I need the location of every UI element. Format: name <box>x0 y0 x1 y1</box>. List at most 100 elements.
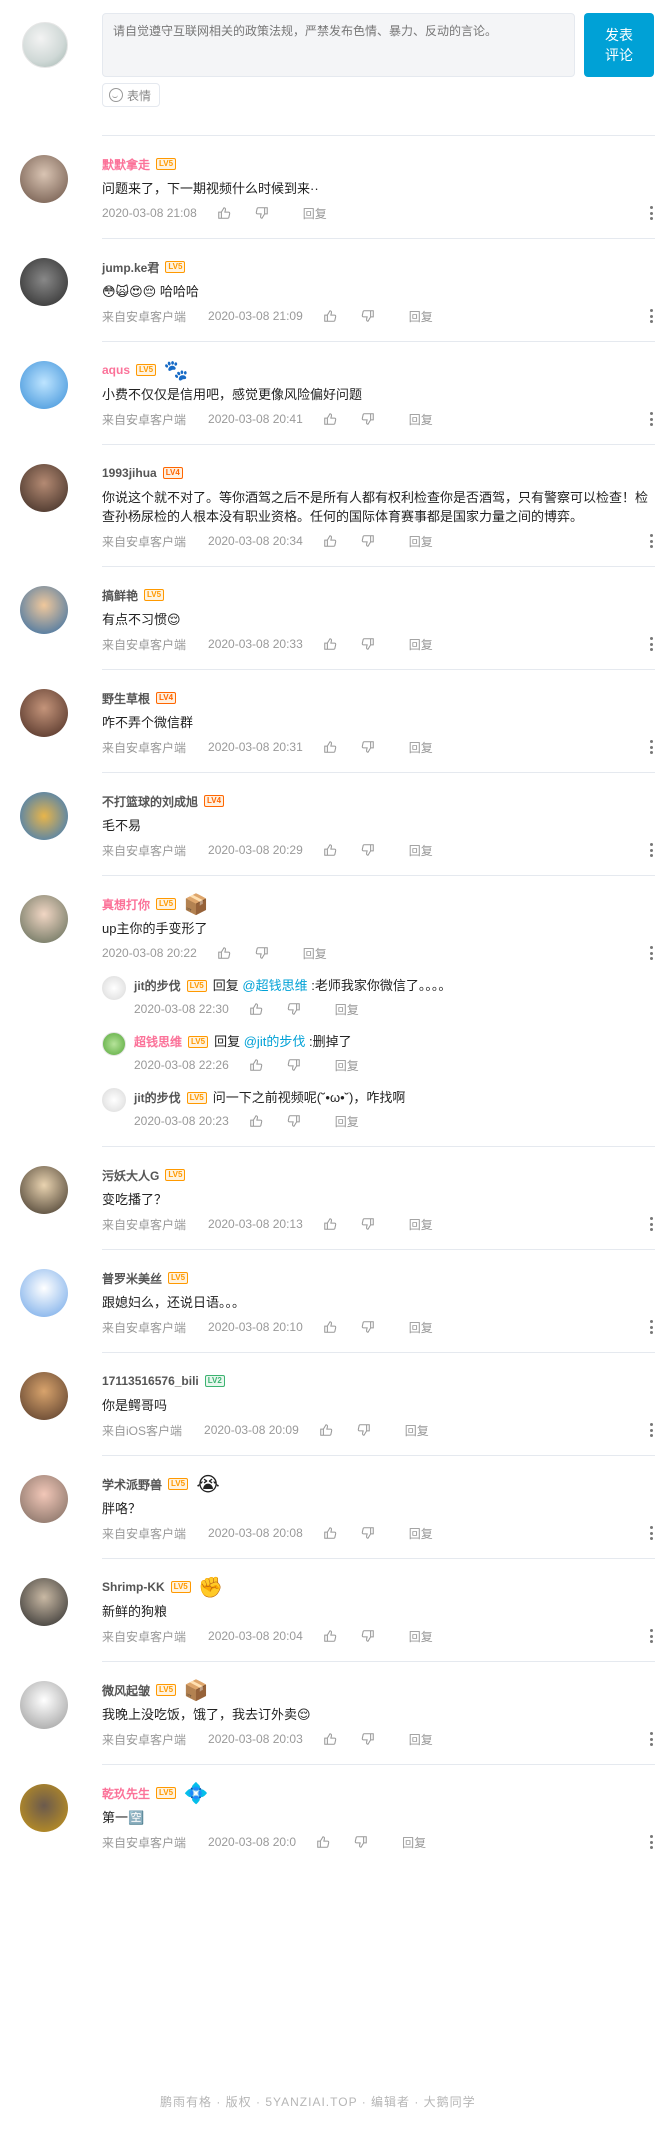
reply-button[interactable]: 回复 <box>409 636 433 653</box>
dislike-icon[interactable] <box>287 1002 301 1016</box>
avatar[interactable] <box>20 895 68 943</box>
more-options-icon[interactable] <box>650 1732 653 1746</box>
reply-username[interactable]: jit的步伐 <box>134 976 181 996</box>
reply-button[interactable]: 回复 <box>335 1001 359 1018</box>
reply-button[interactable]: 回复 <box>335 1057 359 1074</box>
username[interactable]: 污妖大人G <box>102 1167 159 1184</box>
dislike-icon[interactable] <box>361 637 375 651</box>
avatar[interactable] <box>20 689 68 737</box>
username[interactable]: 默默拿走 <box>102 156 150 173</box>
avatar[interactable] <box>20 1681 68 1729</box>
more-options-icon[interactable] <box>650 843 653 857</box>
more-options-icon[interactable] <box>650 206 653 220</box>
like-icon[interactable] <box>323 843 337 857</box>
dislike-icon[interactable] <box>357 1423 371 1437</box>
like-icon[interactable] <box>323 1732 337 1746</box>
more-options-icon[interactable] <box>650 309 653 323</box>
like-icon[interactable] <box>323 412 337 426</box>
avatar[interactable] <box>20 1475 68 1523</box>
emoji-button[interactable]: 表情 <box>102 83 161 107</box>
reply-button[interactable]: 回复 <box>409 739 433 756</box>
like-icon[interactable] <box>323 1217 337 1231</box>
username[interactable]: 野生草根 <box>102 690 150 707</box>
username[interactable]: 普罗米美丝 <box>102 1270 162 1287</box>
dislike-icon[interactable] <box>354 1835 368 1849</box>
like-icon[interactable] <box>249 1058 263 1072</box>
more-options-icon[interactable] <box>650 740 653 754</box>
reply-avatar[interactable] <box>102 1032 126 1056</box>
reply-button[interactable]: 回复 <box>409 308 433 325</box>
username[interactable]: aqus <box>102 363 130 377</box>
more-options-icon[interactable] <box>650 946 653 960</box>
like-icon[interactable] <box>323 309 337 323</box>
more-options-icon[interactable] <box>650 1526 653 1540</box>
mention-link[interactable]: @超钱思维 <box>242 978 307 993</box>
reply-button[interactable]: 回复 <box>409 411 433 428</box>
submit-comment-button[interactable]: 发表 评论 <box>584 13 654 77</box>
username[interactable]: 17113516576_bili <box>102 1374 199 1388</box>
reply-button[interactable]: 回复 <box>405 1422 429 1439</box>
dislike-icon[interactable] <box>361 1320 375 1334</box>
reply-avatar[interactable] <box>102 1088 126 1112</box>
dislike-icon[interactable] <box>361 1732 375 1746</box>
reply-button[interactable]: 回复 <box>409 1319 433 1336</box>
more-options-icon[interactable] <box>650 637 653 651</box>
like-icon[interactable] <box>316 1835 330 1849</box>
dislike-icon[interactable] <box>287 1058 301 1072</box>
reply-button[interactable]: 回复 <box>409 1525 433 1542</box>
avatar[interactable] <box>20 586 68 634</box>
like-icon[interactable] <box>217 946 231 960</box>
dislike-icon[interactable] <box>361 1629 375 1643</box>
dislike-icon[interactable] <box>255 946 269 960</box>
more-options-icon[interactable] <box>650 1423 653 1437</box>
username[interactable]: jump.ke君 <box>102 259 159 276</box>
more-options-icon[interactable] <box>650 1629 653 1643</box>
dislike-icon[interactable] <box>361 309 375 323</box>
reply-button[interactable]: 回复 <box>409 842 433 859</box>
like-icon[interactable] <box>323 637 337 651</box>
username[interactable]: 不打篮球的刘成旭 <box>102 793 198 810</box>
reply-button[interactable]: 回复 <box>409 1731 433 1748</box>
like-icon[interactable] <box>323 534 337 548</box>
more-options-icon[interactable] <box>650 1320 653 1334</box>
username[interactable]: 学术派野兽 <box>102 1476 162 1493</box>
reply-avatar[interactable] <box>102 976 126 1000</box>
avatar[interactable] <box>20 361 68 409</box>
like-icon[interactable] <box>249 1114 263 1128</box>
like-icon[interactable] <box>319 1423 333 1437</box>
avatar[interactable] <box>20 258 68 306</box>
avatar[interactable] <box>20 1784 68 1832</box>
avatar[interactable] <box>20 464 68 512</box>
more-options-icon[interactable] <box>650 534 653 548</box>
username[interactable]: 乾玖先生 <box>102 1785 150 1802</box>
avatar[interactable] <box>20 155 68 203</box>
like-icon[interactable] <box>249 1002 263 1016</box>
more-options-icon[interactable] <box>650 412 653 426</box>
reply-button[interactable]: 回复 <box>409 1628 433 1645</box>
username[interactable]: 搞鲜艳 <box>102 587 138 604</box>
like-icon[interactable] <box>323 740 337 754</box>
reply-button[interactable]: 回复 <box>303 205 327 222</box>
like-icon[interactable] <box>217 206 231 220</box>
more-options-icon[interactable] <box>650 1835 653 1849</box>
avatar[interactable] <box>20 1166 68 1214</box>
avatar[interactable] <box>20 1578 68 1626</box>
username[interactable]: 微风起皱 <box>102 1682 150 1699</box>
like-icon[interactable] <box>323 1629 337 1643</box>
username[interactable]: Shrimp-KK <box>102 1580 165 1594</box>
reply-button[interactable]: 回复 <box>402 1834 426 1851</box>
dislike-icon[interactable] <box>361 1217 375 1231</box>
username[interactable]: 1993jihua <box>102 466 157 480</box>
like-icon[interactable] <box>323 1526 337 1540</box>
like-icon[interactable] <box>323 1320 337 1334</box>
mention-link[interactable]: @jit的步伐 <box>244 1034 306 1049</box>
dislike-icon[interactable] <box>361 843 375 857</box>
dislike-icon[interactable] <box>361 412 375 426</box>
dislike-icon[interactable] <box>361 534 375 548</box>
reply-username[interactable]: 超钱思维 <box>134 1032 182 1052</box>
reply-button[interactable]: 回复 <box>335 1113 359 1130</box>
avatar[interactable] <box>20 1269 68 1317</box>
reply-username[interactable]: jit的步伐 <box>134 1088 181 1108</box>
comment-input[interactable]: 请自觉遵守互联网相关的政策法规，严禁发布色情、暴力、反动的言论。 <box>102 13 575 77</box>
avatar[interactable] <box>20 792 68 840</box>
